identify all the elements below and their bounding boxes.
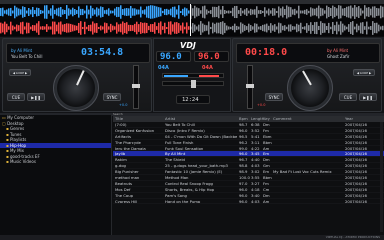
deck-left-pitch-slider[interactable] bbox=[132, 65, 140, 109]
mixer-panel: VDJ 96.0 96.0 04A 04A 12:24 bbox=[153, 38, 231, 112]
vu-right bbox=[199, 75, 219, 77]
deck-right-artist: by Ali Mint bbox=[327, 48, 349, 53]
crossfader-handle[interactable] bbox=[191, 80, 196, 88]
deck-left-pitch-value: +0.0 bbox=[119, 103, 128, 107]
crossfader-track[interactable] bbox=[162, 80, 224, 88]
deck-left-bpm: 96.0 bbox=[160, 52, 182, 62]
track-list-scrollbar[interactable] bbox=[380, 122, 383, 232]
clock-display: 12:24 bbox=[176, 95, 210, 104]
deck-left-time: 03:54.8 bbox=[81, 47, 124, 58]
tree-item-label: Tunes bbox=[9, 131, 22, 137]
tree-item-label: My Computer bbox=[7, 115, 35, 120]
play-pause-icon: ▶❚❚ bbox=[363, 95, 373, 100]
deck-left-sync-button[interactable]: SYNC bbox=[103, 93, 121, 101]
table-cell: Am bbox=[263, 198, 270, 204]
deck-left-bpm-display: 96.0 bbox=[156, 51, 191, 62]
waveform-right[interactable] bbox=[0, 20, 384, 36]
deck-right-cue-button[interactable]: CUE bbox=[339, 93, 357, 101]
deck-right-time: 00:18.0 bbox=[245, 47, 288, 58]
tree-item-label: Playlists bbox=[9, 137, 27, 142]
deck-left-play-button[interactable]: ▶❚❚ bbox=[27, 93, 45, 101]
mixer-logo: VDJ bbox=[180, 41, 196, 50]
waveform-left[interactable] bbox=[0, 4, 384, 20]
status-bar: VIRTUAL DJ - ATOMIX PRODUCTIONS bbox=[0, 235, 384, 240]
tree-item[interactable]: ▪ Music Videos bbox=[0, 159, 111, 165]
deck-right-bpm-display: 96.0 bbox=[194, 51, 229, 62]
table-cell: 4:03 bbox=[251, 198, 260, 204]
deck-left-key: 04A bbox=[158, 65, 169, 71]
tree-item-label: Genres bbox=[9, 126, 25, 131]
deck-right-bpm: 96.0 bbox=[198, 52, 220, 62]
deck-right-jogwheel[interactable] bbox=[287, 65, 333, 111]
deck-right: 00:18.0 by Ali Mint Ghost Zafir SYNC CUE… bbox=[232, 38, 382, 112]
deck-left-loop-button[interactable]: ◀ LOOP ▶ bbox=[9, 69, 31, 76]
pitch-handle[interactable] bbox=[246, 84, 254, 88]
tree-item-label: Hip-Hop bbox=[9, 142, 27, 148]
deck-right-pitch-slider[interactable] bbox=[246, 65, 254, 109]
tree-item-label: Desktop bbox=[7, 120, 24, 126]
dj-app-window: { "colors":{"deck_left":"#3aa7ff","deck_… bbox=[0, 0, 384, 240]
deck-right-loop-button[interactable]: ◀ LOOP ▶ bbox=[353, 69, 375, 76]
deck-left-artist: by Ali Mint bbox=[11, 48, 33, 53]
tree-item-label: My Mix bbox=[9, 148, 25, 153]
deck-left: 03:54.8 by Ali Mint You Belt To Chill CU… bbox=[2, 38, 152, 112]
status-text: VIRTUAL DJ - ATOMIX PRODUCTIONS bbox=[325, 235, 380, 239]
tree-item-label: good-tracks EF bbox=[9, 153, 40, 159]
deck-left-display: 03:54.8 by Ali Mint You Belt To Chill bbox=[6, 43, 150, 63]
deck-left-cue-button[interactable]: CUE bbox=[7, 93, 25, 101]
clock-text: 12:24 bbox=[182, 97, 199, 103]
jog-marker bbox=[76, 70, 85, 86]
pitch-handle[interactable] bbox=[132, 84, 140, 88]
deck-right-sync-button[interactable]: SYNC bbox=[265, 93, 283, 101]
play-pause-icon: ▶❚❚ bbox=[31, 95, 41, 100]
jog-marker bbox=[302, 70, 312, 86]
vu-meter bbox=[162, 73, 224, 78]
deck-right-display: 00:18.0 by Ali Mint Ghost Zafir bbox=[236, 43, 380, 63]
deck-right-play-button[interactable]: ▶❚❚ bbox=[359, 93, 377, 101]
table-cell: Cypress Hill bbox=[115, 198, 138, 204]
deck-right-key: 04A bbox=[202, 65, 213, 71]
tree-item-label: Music Videos bbox=[9, 159, 36, 164]
track-list: Title Artist Bpm Length Key Comment Year (7:00… bbox=[113, 116, 384, 234]
deck-right-title: Ghost Zafir bbox=[327, 54, 350, 59]
table-row[interactable]: Cypress Hill Hand on the Pump 96.0 4:03 Am 20… bbox=[113, 199, 384, 205]
folder-tree: ▭ My Computer ▢ Desktop ▪ Genres ▪ Tunes ▪ P… bbox=[0, 115, 112, 235]
vu-left bbox=[164, 75, 188, 77]
waveform-playhead bbox=[190, 4, 191, 36]
table-cell: Hand on the Pump bbox=[165, 198, 201, 204]
table-cell: 2007/04/16 bbox=[345, 198, 367, 204]
deck-right-pitch-value: +0.0 bbox=[257, 103, 266, 107]
deck-left-title: You Belt To Chill bbox=[11, 54, 43, 59]
deck-left-jogwheel[interactable] bbox=[53, 65, 99, 111]
table-cell: 96.0 bbox=[239, 198, 248, 204]
